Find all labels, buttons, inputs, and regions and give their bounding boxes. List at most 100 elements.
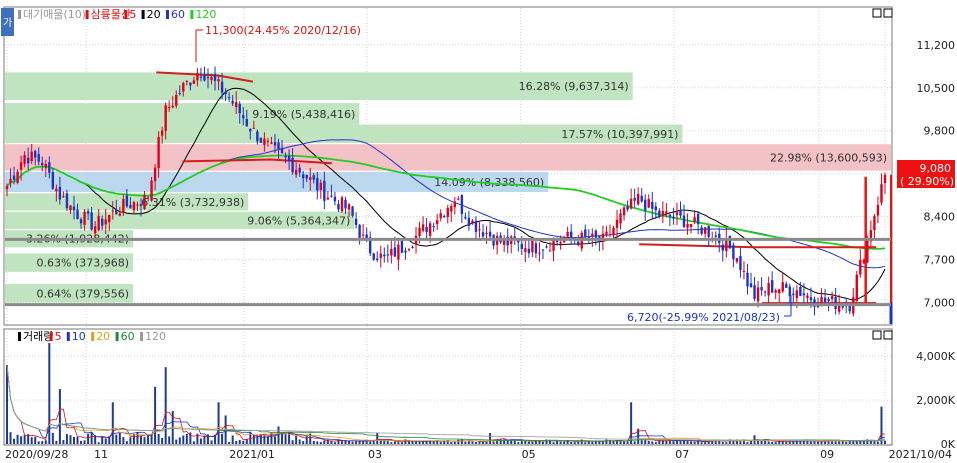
candle-body bbox=[168, 106, 171, 108]
candle-body bbox=[425, 227, 428, 233]
volume-bar bbox=[644, 440, 647, 444]
candle-body bbox=[661, 210, 665, 217]
volume-tick-label: 2,000K bbox=[916, 394, 955, 407]
x-axis-layer: 2020/09/28 11 2021/01 03 05 07 09 2021/10/04 bbox=[5, 448, 952, 461]
candle-body bbox=[115, 209, 118, 215]
candle-body bbox=[72, 206, 76, 211]
volume-bar bbox=[411, 441, 414, 444]
volume-bar bbox=[340, 441, 343, 444]
price-tick-label: 7,000 bbox=[924, 297, 956, 310]
candle-body bbox=[742, 271, 746, 273]
candle-body bbox=[217, 79, 220, 82]
volume-bar bbox=[221, 433, 224, 444]
candle-body bbox=[5, 186, 9, 190]
close-icon[interactable] bbox=[883, 8, 893, 18]
volume-profile-label: 9.19% (5,438,416) bbox=[252, 108, 355, 121]
candle-body bbox=[309, 177, 312, 180]
volume-bar bbox=[16, 434, 19, 444]
candle-body bbox=[153, 167, 157, 182]
candle-body bbox=[654, 206, 658, 211]
volume-profile-bar bbox=[5, 144, 891, 171]
legend-label: 120 bbox=[195, 8, 216, 21]
volume-bar bbox=[450, 442, 453, 444]
candle-body bbox=[834, 297, 837, 310]
volume-panel-frame bbox=[3, 328, 893, 446]
candle-body bbox=[446, 207, 449, 217]
x-tick-label: 03 bbox=[368, 448, 382, 461]
candle-body bbox=[644, 199, 647, 211]
candle-body bbox=[97, 215, 100, 231]
volume-bar bbox=[492, 441, 495, 444]
volume-bar bbox=[418, 441, 421, 444]
volume-bar bbox=[672, 441, 675, 444]
candle-body bbox=[305, 174, 308, 179]
candle-body bbox=[799, 286, 802, 296]
candle-body bbox=[481, 232, 485, 237]
volume-profile-label: 0.63% (373,968) bbox=[36, 257, 129, 270]
volume-profile-label: 22.98% (13,600,593) bbox=[770, 151, 887, 164]
volume-bar bbox=[76, 436, 79, 444]
candle-body bbox=[118, 213, 122, 216]
volume-bar bbox=[298, 439, 301, 444]
low-label: 6,720(-25.99% 2021/08/23) bbox=[627, 311, 780, 324]
candle-body bbox=[108, 214, 111, 222]
candle-body bbox=[478, 229, 481, 231]
candle-body bbox=[605, 231, 608, 235]
candle-body bbox=[51, 171, 55, 189]
volume-bar bbox=[471, 441, 474, 444]
volume-minimize-icon[interactable] bbox=[872, 330, 882, 340]
volume-bar bbox=[122, 437, 125, 444]
candle-body bbox=[256, 131, 259, 142]
candle-body bbox=[873, 216, 876, 231]
candle-body bbox=[270, 142, 273, 144]
candle-body bbox=[792, 293, 795, 296]
candle-body bbox=[111, 210, 114, 212]
candle-body bbox=[411, 246, 414, 248]
legend-swatch bbox=[66, 332, 70, 341]
candle-body bbox=[569, 231, 573, 238]
volume-bar bbox=[813, 441, 816, 444]
candle-body bbox=[55, 188, 58, 192]
candle-body bbox=[390, 248, 393, 256]
volume-bar bbox=[390, 442, 393, 444]
candle-body bbox=[146, 197, 150, 199]
candle-body bbox=[640, 195, 643, 202]
volume-bar bbox=[647, 440, 650, 444]
candle-body bbox=[464, 217, 467, 219]
volume-bar bbox=[679, 441, 682, 444]
candle-body bbox=[735, 258, 739, 262]
candle-body bbox=[139, 204, 143, 207]
candle-body bbox=[316, 178, 319, 191]
candle-body bbox=[9, 178, 12, 184]
volume-bar bbox=[651, 441, 654, 444]
legend-label: 60 bbox=[121, 330, 135, 343]
candle-body bbox=[83, 211, 86, 225]
legend-swatch bbox=[124, 10, 128, 19]
minimize-icon[interactable] bbox=[872, 8, 882, 18]
candle-body bbox=[291, 157, 294, 173]
candle-body bbox=[633, 197, 636, 201]
volume-bar bbox=[517, 442, 520, 444]
volume-bar bbox=[199, 438, 202, 444]
candle-body bbox=[675, 212, 679, 216]
candle-body bbox=[520, 243, 524, 249]
candle-body bbox=[883, 174, 887, 184]
volume-bar bbox=[44, 440, 47, 444]
candle-body bbox=[407, 249, 411, 251]
volume-bar bbox=[182, 435, 185, 444]
volume-close-icon[interactable] bbox=[883, 330, 893, 340]
candle-body bbox=[245, 119, 248, 127]
volume-bar bbox=[457, 439, 460, 444]
candle-body bbox=[323, 180, 326, 201]
candle-body bbox=[615, 219, 619, 228]
volume-profile-label: 9.06% (5,364,347) bbox=[247, 214, 350, 227]
candle-body bbox=[34, 151, 37, 158]
volume-bar bbox=[633, 441, 636, 444]
volume-bar bbox=[700, 442, 703, 444]
candle-body bbox=[294, 169, 298, 175]
candle-body bbox=[728, 235, 732, 249]
volume-bar bbox=[238, 439, 241, 444]
volume-bar bbox=[139, 435, 142, 444]
volume-bar bbox=[601, 441, 604, 444]
candle-body bbox=[721, 244, 724, 251]
